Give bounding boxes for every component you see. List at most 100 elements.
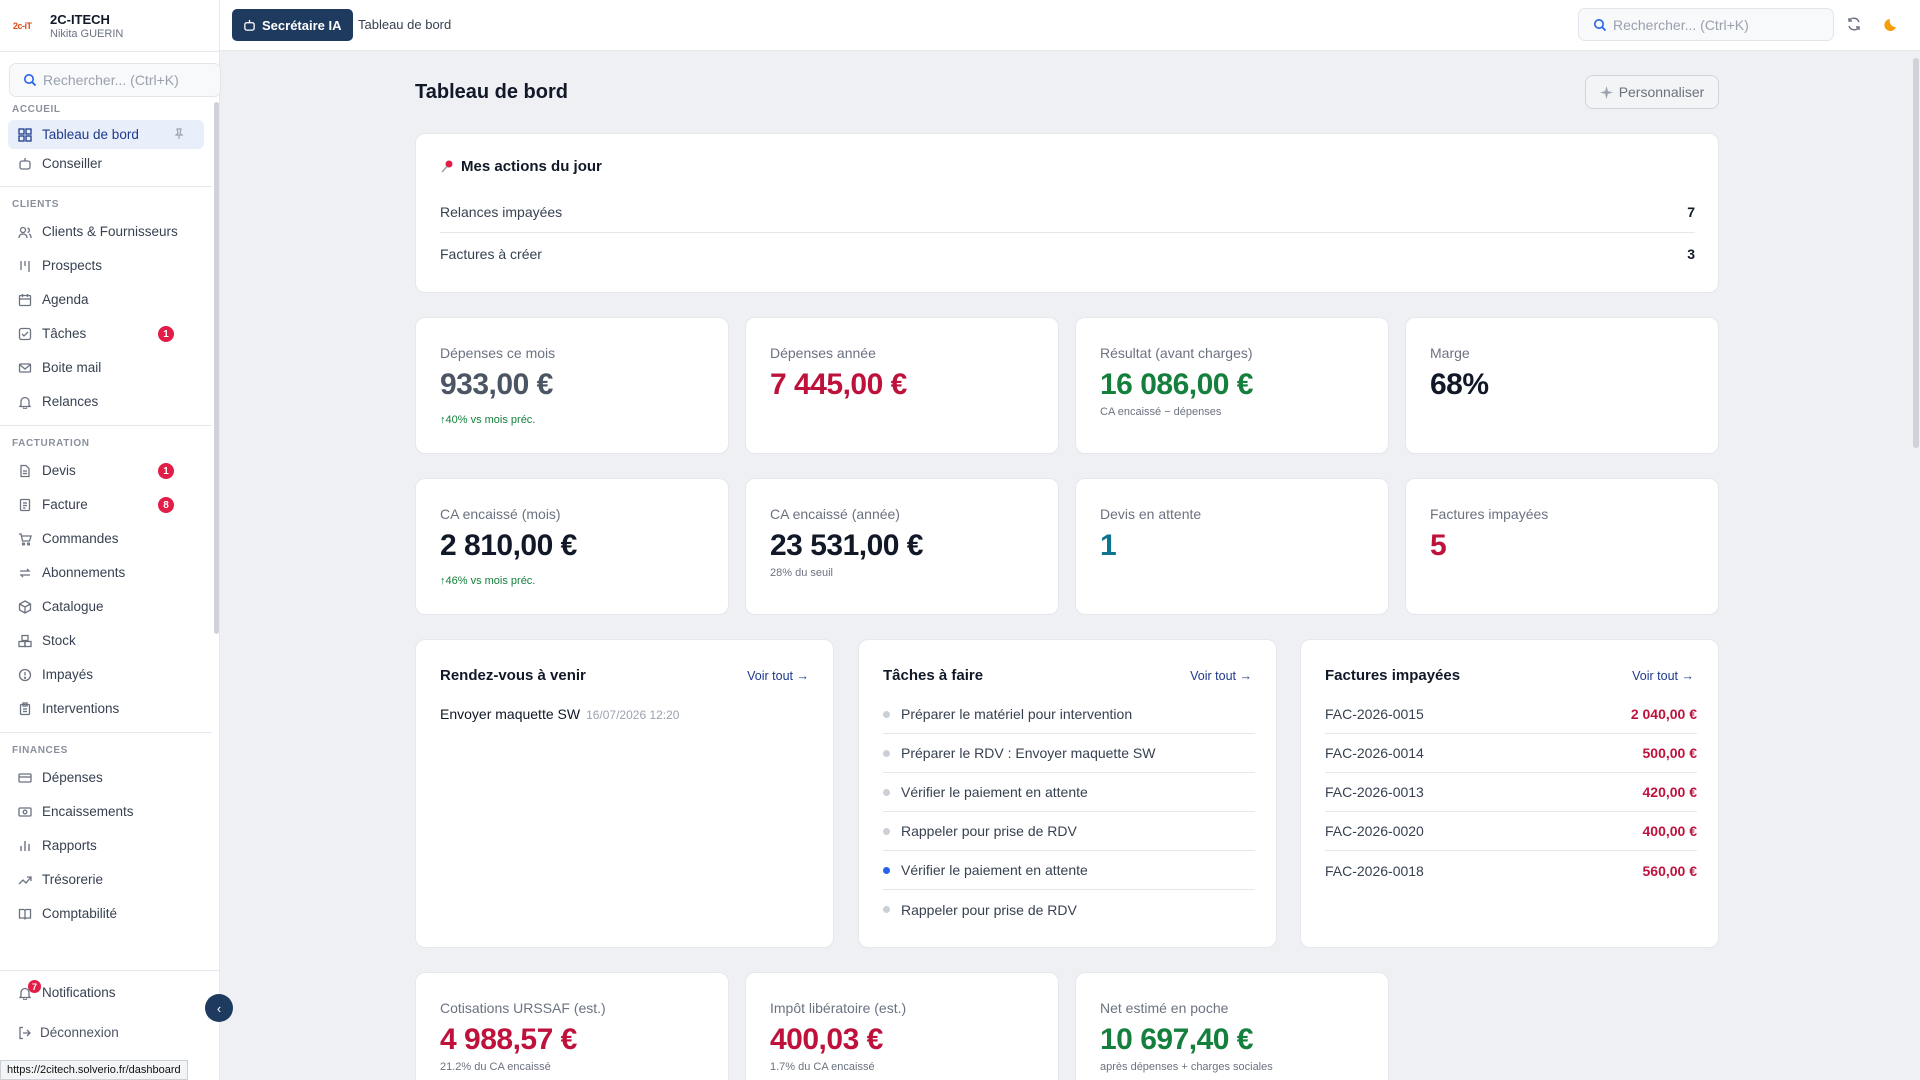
sidebar-item-label: Relances xyxy=(42,394,99,409)
repeat-icon xyxy=(19,568,31,577)
tasks-see-all-link[interactable]: Voir tout → xyxy=(1190,669,1252,683)
sidebar-item-tresorerie[interactable]: Trésorerie xyxy=(8,865,204,894)
sidebar-item-taches[interactable]: Tâches 1 xyxy=(8,319,204,348)
task-item[interactable]: Vérifier le paiement en attente xyxy=(883,773,1255,812)
kpi-label: Factures impayées xyxy=(1430,506,1549,522)
alert-circle-icon xyxy=(18,668,32,681)
mail-icon xyxy=(18,362,32,373)
status-dot xyxy=(883,749,890,757)
kpi-card[interactable]: Factures impayées 5 xyxy=(1405,478,1719,615)
ai-secretary-button[interactable]: Secrétaire IA xyxy=(232,9,353,41)
unpaid-see-all-link[interactable]: Voir tout → xyxy=(1632,669,1694,683)
sidebar-item-encaissements[interactable]: Encaissements xyxy=(8,797,204,826)
sidebar-item-stock[interactable]: Stock xyxy=(8,626,204,655)
kpi-label: Impôt libératoire (est.) xyxy=(770,1000,907,1016)
invoice-row[interactable]: FAC-2026-0015 2 040,00 € xyxy=(1325,695,1697,734)
main-scrollbar[interactable] xyxy=(1913,58,1919,448)
invoice-row[interactable]: FAC-2026-0020 400,00 € xyxy=(1325,812,1697,851)
sidebar-item-comptabilite[interactable]: Comptabilité xyxy=(8,899,204,928)
kpi-label: Résultat (avant charges) xyxy=(1100,345,1253,361)
sidebar-item-interventions[interactable]: Interventions xyxy=(8,694,204,723)
kpi-card[interactable]: Marge 68% xyxy=(1405,317,1719,454)
boxes-icon xyxy=(18,634,32,647)
kpi-label: CA encaissé (année) xyxy=(770,506,900,522)
kpi-label: Dépenses année xyxy=(770,345,876,361)
robot-icon xyxy=(244,19,255,31)
kpi-card-impot[interactable]: Impôt libératoire (est.) 400,03 € 1.7% d… xyxy=(745,972,1059,1080)
logout-icon xyxy=(19,1026,31,1039)
task-item[interactable]: Préparer le RDV : Envoyer maquette SW xyxy=(883,734,1255,773)
sidebar-item-agenda[interactable]: Agenda xyxy=(8,285,204,314)
nav-section-accueil: Accueil xyxy=(12,104,61,115)
unpaid-invoices-card: Factures impayées Voir tout → FAC-2026-0… xyxy=(1300,639,1719,948)
sidebar-collapse-button[interactable]: ‹ xyxy=(205,994,233,1022)
sparkle-icon xyxy=(1599,85,1613,99)
brand[interactable]: 2c-iT 2C-ITECH Nikita GUERIN xyxy=(0,0,219,52)
sidebar-item-label: Tableau de bord xyxy=(42,127,139,142)
appointment-item[interactable]: Envoyer maquette SW 16/07/2026 12:20 xyxy=(440,706,679,722)
sidebar-item-commandes[interactable]: Commandes xyxy=(8,524,204,553)
invoice-row[interactable]: FAC-2026-0013 420,00 € xyxy=(1325,773,1697,812)
invoice-ref: FAC-2026-0015 xyxy=(1325,706,1424,722)
count-badge: 1 xyxy=(158,463,174,479)
kpi-card[interactable]: Devis en attente 1 xyxy=(1075,478,1389,615)
kpi-card[interactable]: CA encaissé (mois) 2 810,00 € ↑46% vs mo… xyxy=(415,478,729,615)
appointment-label: Envoyer maquette SW xyxy=(440,706,581,722)
top-search-input[interactable]: Rechercher... (Ctrl+K) xyxy=(1578,8,1834,41)
invoice-ref: FAC-2026-0020 xyxy=(1325,823,1424,839)
kpi-sub: ↑46% vs mois préc. xyxy=(440,575,536,587)
sidebar-item-catalogue[interactable]: Catalogue xyxy=(8,592,204,621)
breadcrumb: Tableau de bord xyxy=(358,17,452,32)
sidebar-item-boite-mail[interactable]: Boite mail xyxy=(8,353,204,382)
kpi-sub: après dépenses + charges sociales xyxy=(1100,1061,1273,1073)
sidebar-item-rapports[interactable]: Rapports xyxy=(8,831,204,860)
sidebar-item-label: Conseiller xyxy=(42,156,103,171)
task-item[interactable]: Vérifier le paiement en attente xyxy=(883,851,1255,890)
moon-icon[interactable] xyxy=(1884,16,1900,32)
sidebar-item-devis[interactable]: Devis 1 xyxy=(8,456,204,485)
sidebar-item-label: Stock xyxy=(42,633,76,648)
sidebar-item-clients-fournisseurs[interactable]: Clients & Fournisseurs xyxy=(8,217,204,246)
sidebar-item-conseiller[interactable]: Conseiller xyxy=(8,149,204,178)
task-label: Préparer le RDV : Envoyer maquette SW xyxy=(901,745,1156,761)
task-item[interactable]: Rappeler pour prise de RDV xyxy=(883,812,1255,851)
kpi-card[interactable]: Dépenses année 7 445,00 € xyxy=(745,317,1059,454)
kpi-card-urssaf[interactable]: Cotisations URSSAF (est.) 4 988,57 € 21.… xyxy=(415,972,729,1080)
sidebar-scrollbar[interactable] xyxy=(214,102,219,634)
sidebar-item-tableau-de-bord[interactable]: Tableau de bord xyxy=(8,120,204,149)
refresh-icon[interactable] xyxy=(1846,16,1862,32)
sidebar-item-abonnements[interactable]: Abonnements xyxy=(8,558,204,587)
kpi-card[interactable]: Dépenses ce mois 933,00 € ↑40% vs mois p… xyxy=(415,317,729,454)
logout-button[interactable]: Déconnexion xyxy=(18,1025,119,1040)
sidebar-search-placeholder: Rechercher... (Ctrl+K) xyxy=(43,72,179,88)
task-label: Vérifier le paiement en attente xyxy=(901,784,1088,800)
sidebar-item-label: Boite mail xyxy=(42,360,102,375)
grid-icon xyxy=(18,127,32,142)
action-row[interactable]: Relances impayées 7 xyxy=(440,192,1695,233)
credit-card-icon xyxy=(18,772,32,783)
kpi-card-net[interactable]: Net estimé en poche 10 697,40 € après dé… xyxy=(1075,972,1389,1080)
sidebar-search-input[interactable]: Rechercher... (Ctrl+K) xyxy=(9,63,221,97)
appointment-date: 16/07/2026 12:20 xyxy=(586,708,680,722)
action-row[interactable]: Factures à créer 3 xyxy=(440,233,1695,274)
customize-button[interactable]: Personnaliser xyxy=(1585,75,1719,109)
action-label: Factures à créer xyxy=(440,245,542,262)
task-item[interactable]: Préparer le matériel pour intervention xyxy=(883,695,1255,734)
sidebar-item-prospects[interactable]: Prospects xyxy=(8,251,204,280)
brand-logo: 2c-iT xyxy=(13,20,32,31)
sidebar-item-facture[interactable]: Facture 8 xyxy=(8,490,204,519)
invoice-row[interactable]: FAC-2026-0014 500,00 € xyxy=(1325,734,1697,773)
invoice-row[interactable]: FAC-2026-0018 560,00 € xyxy=(1325,851,1697,890)
kpi-card[interactable]: Résultat (avant charges) 16 086,00 € CA … xyxy=(1075,317,1389,454)
appointments-see-all-link[interactable]: Voir tout → xyxy=(747,669,809,683)
sidebar-item-relances[interactable]: Relances xyxy=(8,387,204,416)
notifications-button[interactable]: 7 Notifications xyxy=(18,980,116,1000)
kpi-value: 2 810,00 € xyxy=(440,529,577,562)
kpi-card[interactable]: CA encaissé (année) 23 531,00 € 28% du s… xyxy=(745,478,1059,615)
sidebar-item-impayes[interactable]: Impayés xyxy=(8,660,204,689)
kpi-value: 16 086,00 € xyxy=(1100,368,1253,401)
pin-icon[interactable] xyxy=(174,128,184,140)
task-item[interactable]: Rappeler pour prise de RDV xyxy=(883,890,1255,929)
kpi-value: 933,00 € xyxy=(440,368,553,401)
sidebar-item-depenses[interactable]: Dépenses xyxy=(8,763,204,792)
